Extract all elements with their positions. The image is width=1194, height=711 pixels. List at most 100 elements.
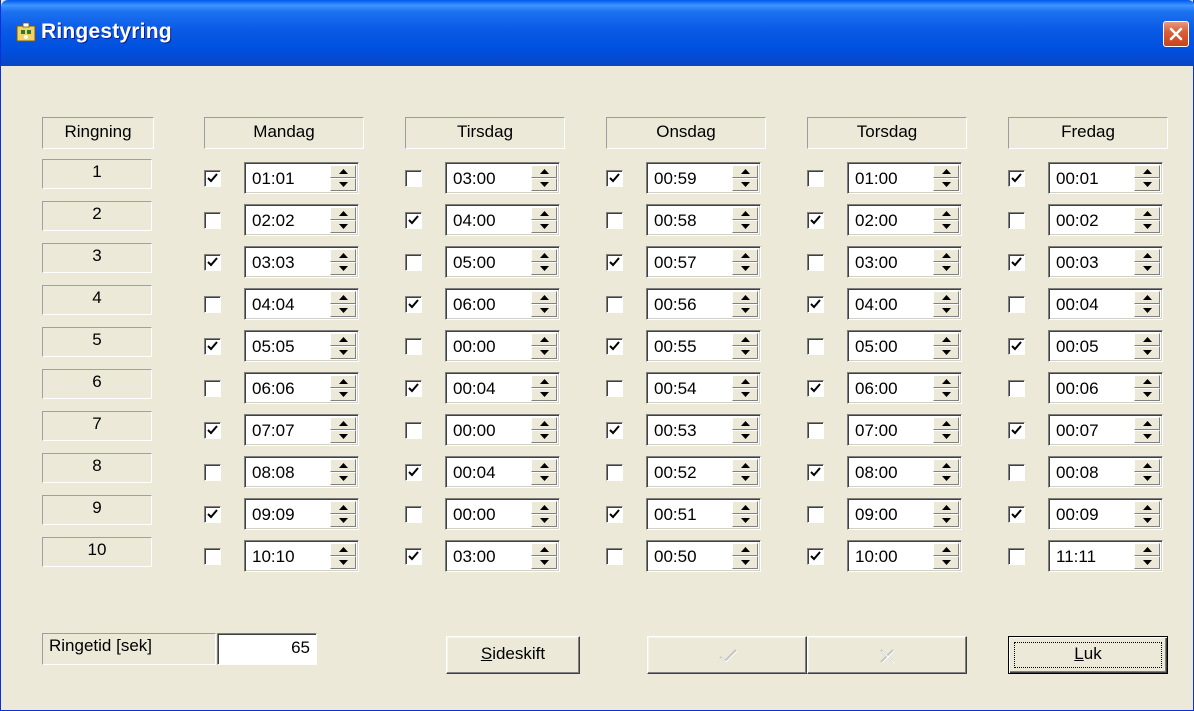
- spin-down-button[interactable]: [732, 388, 758, 401]
- spin-up-button[interactable]: [330, 543, 356, 556]
- enable-checkbox[interactable]: [1008, 254, 1025, 271]
- spin-up-button[interactable]: [531, 459, 557, 472]
- time-value[interactable]: 06:06: [252, 379, 295, 399]
- time-spinner[interactable]: 00:08: [1048, 456, 1163, 488]
- spin-down-button[interactable]: [330, 430, 356, 443]
- time-value[interactable]: 00:00: [453, 505, 496, 525]
- spin-up-button[interactable]: [732, 543, 758, 556]
- enable-checkbox[interactable]: [204, 464, 221, 481]
- spin-up-button[interactable]: [732, 459, 758, 472]
- time-value[interactable]: 00:59: [654, 169, 697, 189]
- time-value[interactable]: 10:00: [855, 547, 898, 567]
- time-value[interactable]: 03:00: [855, 253, 898, 273]
- enable-checkbox[interactable]: [405, 380, 422, 397]
- spin-down-button[interactable]: [330, 472, 356, 485]
- enable-checkbox[interactable]: [606, 338, 623, 355]
- time-spinner[interactable]: 01:00: [847, 162, 962, 194]
- spin-down-button[interactable]: [531, 262, 557, 275]
- time-spinner[interactable]: 00:09: [1048, 498, 1163, 530]
- time-value[interactable]: 02:00: [855, 211, 898, 231]
- time-spinner[interactable]: 04:00: [445, 204, 560, 236]
- cancel-button[interactable]: [807, 636, 967, 674]
- time-spinner[interactable]: 00:07: [1048, 414, 1163, 446]
- time-value[interactable]: 00:57: [654, 253, 697, 273]
- time-value[interactable]: 00:55: [654, 337, 697, 357]
- enable-checkbox[interactable]: [405, 422, 422, 439]
- spin-down-button[interactable]: [1134, 514, 1160, 527]
- spin-up-button[interactable]: [732, 165, 758, 178]
- time-value[interactable]: 00:51: [654, 505, 697, 525]
- spin-up-button[interactable]: [531, 165, 557, 178]
- enable-checkbox[interactable]: [807, 170, 824, 187]
- enable-checkbox[interactable]: [807, 506, 824, 523]
- enable-checkbox[interactable]: [1008, 338, 1025, 355]
- enable-checkbox[interactable]: [606, 548, 623, 565]
- enable-checkbox[interactable]: [606, 464, 623, 481]
- time-spinner[interactable]: 06:00: [445, 288, 560, 320]
- time-spinner[interactable]: 00:03: [1048, 246, 1163, 278]
- time-spinner[interactable]: 06:00: [847, 372, 962, 404]
- time-spinner[interactable]: 04:04: [244, 288, 359, 320]
- time-spinner[interactable]: 00:50: [646, 540, 761, 572]
- time-spinner[interactable]: 00:51: [646, 498, 761, 530]
- spin-down-button[interactable]: [732, 262, 758, 275]
- time-value[interactable]: 07:07: [252, 421, 295, 441]
- time-value[interactable]: 06:00: [453, 295, 496, 315]
- time-spinner[interactable]: 03:00: [445, 162, 560, 194]
- spin-down-button[interactable]: [531, 388, 557, 401]
- enable-checkbox[interactable]: [807, 254, 824, 271]
- time-value[interactable]: 00:00: [453, 421, 496, 441]
- time-spinner[interactable]: 00:00: [445, 330, 560, 362]
- time-value[interactable]: 00:54: [654, 379, 697, 399]
- spin-down-button[interactable]: [1134, 220, 1160, 233]
- time-spinner[interactable]: 05:00: [847, 330, 962, 362]
- ringetid-input[interactable]: 65: [217, 633, 317, 665]
- spin-down-button[interactable]: [330, 346, 356, 359]
- time-value[interactable]: 07:00: [855, 421, 898, 441]
- luk-button[interactable]: Luk: [1008, 636, 1168, 674]
- spin-up-button[interactable]: [732, 501, 758, 514]
- time-spinner[interactable]: 00:59: [646, 162, 761, 194]
- time-spinner[interactable]: 00:00: [445, 414, 560, 446]
- time-spinner[interactable]: 00:04: [445, 372, 560, 404]
- enable-checkbox[interactable]: [405, 506, 422, 523]
- spin-down-button[interactable]: [732, 430, 758, 443]
- time-spinner[interactable]: 07:00: [847, 414, 962, 446]
- spin-up-button[interactable]: [732, 333, 758, 346]
- spin-down-button[interactable]: [933, 514, 959, 527]
- spin-up-button[interactable]: [933, 165, 959, 178]
- spin-down-button[interactable]: [1134, 346, 1160, 359]
- time-spinner[interactable]: 06:06: [244, 372, 359, 404]
- spin-down-button[interactable]: [732, 220, 758, 233]
- enable-checkbox[interactable]: [405, 212, 422, 229]
- time-value[interactable]: 09:00: [855, 505, 898, 525]
- enable-checkbox[interactable]: [807, 338, 824, 355]
- spin-down-button[interactable]: [732, 178, 758, 191]
- time-spinner[interactable]: 00:55: [646, 330, 761, 362]
- spin-up-button[interactable]: [330, 249, 356, 262]
- spin-up-button[interactable]: [933, 501, 959, 514]
- spin-down-button[interactable]: [531, 304, 557, 317]
- enable-checkbox[interactable]: [1008, 422, 1025, 439]
- spin-up-button[interactable]: [531, 333, 557, 346]
- time-value[interactable]: 05:05: [252, 337, 295, 357]
- spin-up-button[interactable]: [531, 417, 557, 430]
- time-spinner[interactable]: 00:53: [646, 414, 761, 446]
- time-spinner[interactable]: 00:05: [1048, 330, 1163, 362]
- time-value[interactable]: 00:01: [1056, 169, 1099, 189]
- enable-checkbox[interactable]: [606, 380, 623, 397]
- time-value[interactable]: 00:50: [654, 547, 697, 567]
- spin-down-button[interactable]: [330, 262, 356, 275]
- enable-checkbox[interactable]: [807, 296, 824, 313]
- spin-down-button[interactable]: [330, 514, 356, 527]
- enable-checkbox[interactable]: [204, 338, 221, 355]
- spin-up-button[interactable]: [330, 501, 356, 514]
- time-spinner[interactable]: 00:01: [1048, 162, 1163, 194]
- spin-down-button[interactable]: [531, 178, 557, 191]
- time-value[interactable]: 05:00: [453, 253, 496, 273]
- time-spinner[interactable]: 02:02: [244, 204, 359, 236]
- spin-down-button[interactable]: [933, 430, 959, 443]
- spin-up-button[interactable]: [732, 207, 758, 220]
- spin-down-button[interactable]: [732, 346, 758, 359]
- spin-down-button[interactable]: [1134, 388, 1160, 401]
